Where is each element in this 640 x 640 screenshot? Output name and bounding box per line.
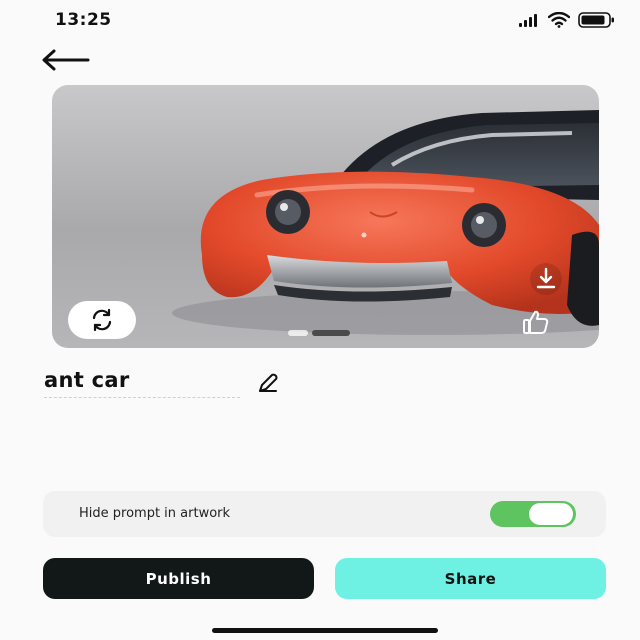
battery-icon <box>578 12 614 28</box>
cellular-signal-icon <box>519 14 537 27</box>
refresh-icon <box>92 308 112 332</box>
status-time: 13:25 <box>55 10 112 30</box>
artwork-image[interactable] <box>52 85 599 348</box>
artwork-title[interactable]: ant car <box>44 368 130 392</box>
hide-prompt-toggle[interactable] <box>490 501 576 527</box>
title-underline <box>44 397 240 398</box>
toggle-knob <box>529 503 573 525</box>
artwork-detail-screen: 13:25 ant car Hide prompt in artwork Pub… <box>0 0 640 640</box>
download-icon <box>530 263 562 295</box>
edit-title-button[interactable] <box>256 371 280 395</box>
like-button[interactable] <box>521 307 551 337</box>
wifi-icon <box>548 12 570 28</box>
pager-dot[interactable] <box>288 330 308 336</box>
download-button[interactable] <box>529 262 563 296</box>
status-bar: 13:25 <box>0 0 640 40</box>
hide-prompt-label: Hide prompt in artwork <box>79 506 231 521</box>
pencil-icon <box>259 373 278 392</box>
back-button[interactable] <box>40 44 96 76</box>
share-button[interactable]: Share <box>335 558 606 599</box>
status-icons <box>518 12 616 28</box>
pager-dot-active[interactable] <box>312 330 350 336</box>
image-pager <box>288 330 350 336</box>
publish-button[interactable]: Publish <box>43 558 314 599</box>
arrow-left-icon <box>42 49 90 71</box>
thumbs-up-icon <box>523 310 549 334</box>
artwork-title-row: ant car <box>44 368 294 402</box>
home-indicator <box>212 628 438 633</box>
hide-prompt-setting: Hide prompt in artwork <box>43 491 606 537</box>
regenerate-button[interactable] <box>68 301 136 339</box>
car-artwork-illustration <box>172 110 599 335</box>
